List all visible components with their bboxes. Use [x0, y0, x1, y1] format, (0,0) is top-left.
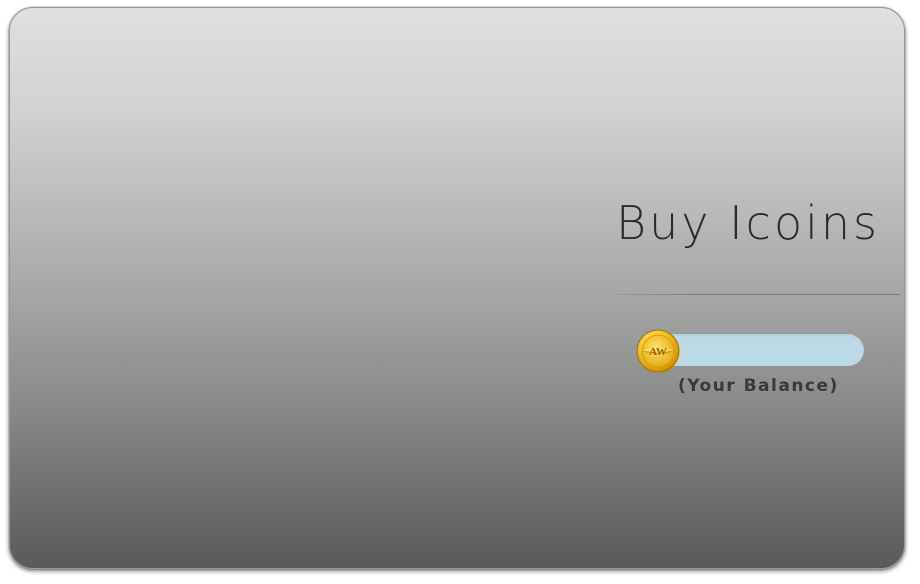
title-divider: [616, 294, 900, 295]
coin-graphic: AW: [636, 329, 680, 373]
balance-label: (Your Balance): [678, 376, 839, 396]
buy-icoins-card: Buy Icoins: [9, 7, 905, 569]
page-title: Buy Icoins: [615, 196, 880, 250]
aw-coin-icon: AW: [636, 329, 680, 373]
coin-letters: AW: [649, 346, 667, 358]
